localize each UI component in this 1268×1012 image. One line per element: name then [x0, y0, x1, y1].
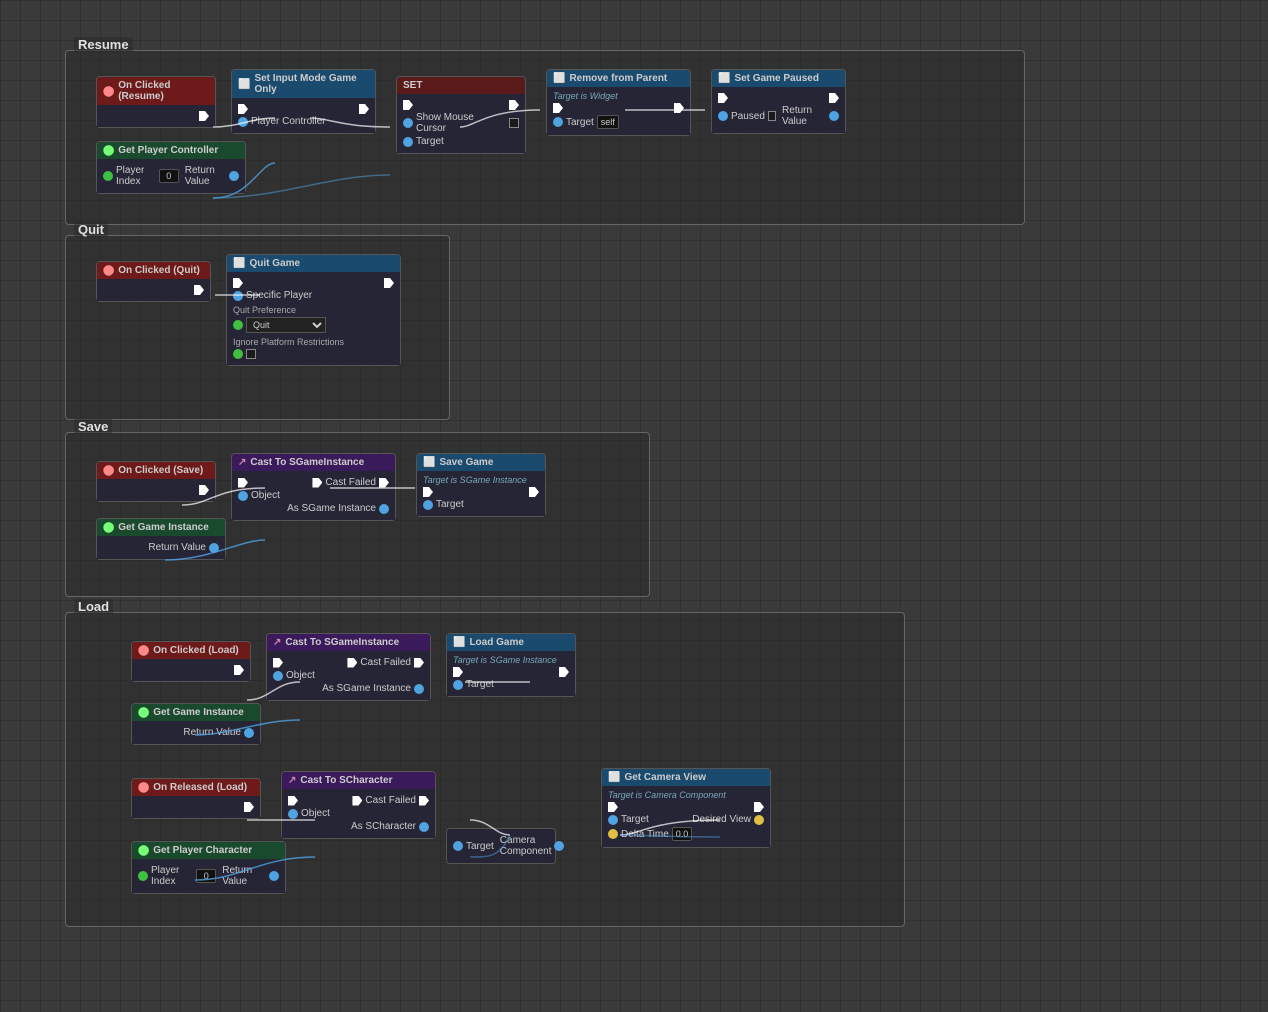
remove-from-parent-label: Remove from Parent: [569, 73, 667, 84]
on-released-load-label: On Released (Load): [153, 782, 247, 793]
node-on-clicked-load: ⬤ On Clicked (Load): [131, 641, 251, 682]
node-get-player-character: ⬤ Get Player Character Player Index 0 Re…: [131, 841, 286, 894]
save-section-title: Save: [74, 419, 112, 434]
quit-section-title: Quit: [74, 222, 108, 237]
cast-to-sgame-save-label: Cast To SGameInstance: [250, 457, 364, 468]
get-game-instance-save-label: Get Game Instance: [118, 522, 209, 533]
node-on-released-load: ⬤ On Released (Load): [131, 778, 261, 819]
node-on-clicked-save: ⬤ On Clicked (Save): [96, 461, 216, 502]
on-clicked-resume-label: On Clicked (Resume): [118, 80, 209, 102]
node-set-game-paused: ⬜ Set Game Paused Paused Return Value: [711, 69, 846, 134]
quit-game-label: Quit Game: [249, 258, 300, 269]
node-get-player-controller: ⬤ Get Player Controller Player Index 0 R…: [96, 141, 246, 194]
node-get-camera-view: ⬜ Get Camera View Target is Camera Compo…: [601, 768, 771, 848]
on-clicked-quit-label: On Clicked (Quit): [118, 265, 200, 276]
node-set-input-mode: ⬜ Set Input Mode Game Only Player Contro…: [231, 69, 376, 134]
quit-preference-select[interactable]: Quit: [246, 317, 326, 333]
get-player-controller-label: Get Player Controller: [118, 145, 218, 156]
save-game-label: Save Game: [439, 457, 493, 468]
on-clicked-save-label: On Clicked (Save): [118, 465, 203, 476]
set-input-mode-label: Set Input Mode Game Only: [254, 73, 369, 95]
node-cast-to-sgame-load: ↗ Cast To SGameInstance Cast Failed Obje…: [266, 633, 431, 701]
node-get-game-instance-load: ⬤ Get Game Instance Return Value: [131, 703, 261, 745]
node-on-clicked-resume: ⬤ On Clicked (Resume): [96, 76, 216, 128]
node-camera-component: Target Camera Component: [446, 828, 556, 864]
resume-section-title: Resume: [74, 37, 133, 52]
load-section: Load ⬤ On Clicked (Load) ↗ Cast To SGame…: [65, 612, 905, 927]
load-game-label: Load Game: [469, 637, 523, 648]
cast-to-sgame-load-label: Cast To SGameInstance: [285, 637, 399, 648]
get-player-character-label: Get Player Character: [153, 845, 252, 856]
node-set: SET Show Mouse Cursor Target: [396, 76, 526, 154]
resume-section: Resume ⬤ On Clicked (Resume) ⬜ Set Input…: [65, 50, 1025, 225]
set-label: SET: [403, 80, 422, 91]
exec-pin-out: [199, 111, 209, 121]
node-on-clicked-quit: ⬤ On Clicked (Quit): [96, 261, 211, 302]
set-game-paused-label: Set Game Paused: [734, 73, 818, 84]
node-load-game: ⬜ Load Game Target is SGame Instance Tar…: [446, 633, 576, 697]
node-save-game: ⬜ Save Game Target is SGame Instance Tar…: [416, 453, 546, 517]
node-cast-to-sgame-save: ↗ Cast To SGameInstance Cast Failed Obje…: [231, 453, 396, 521]
on-clicked-load-label: On Clicked (Load): [153, 645, 239, 656]
node-get-game-instance-save: ⬤ Get Game Instance Return Value: [96, 518, 226, 560]
node-quit-game: ⬜ Quit Game Specific Player Quit Prefere…: [226, 254, 401, 366]
save-section: Save ⬤ On Clicked (Save) ↗ Cast To SGame…: [65, 432, 650, 597]
get-camera-view-label: Get Camera View: [624, 772, 706, 783]
cast-to-scharacter-label: Cast To SCharacter: [300, 775, 392, 786]
quit-section: Quit ⬤ On Clicked (Quit) ⬜ Quit Game: [65, 235, 450, 420]
node-cast-to-scharacter: ↗ Cast To SCharacter Cast Failed Object …: [281, 771, 436, 839]
load-section-title: Load: [74, 599, 113, 614]
node-remove-from-parent: ⬜ Remove from Parent Target is Widget Ta…: [546, 69, 691, 136]
get-game-instance-load-label: Get Game Instance: [153, 707, 244, 718]
